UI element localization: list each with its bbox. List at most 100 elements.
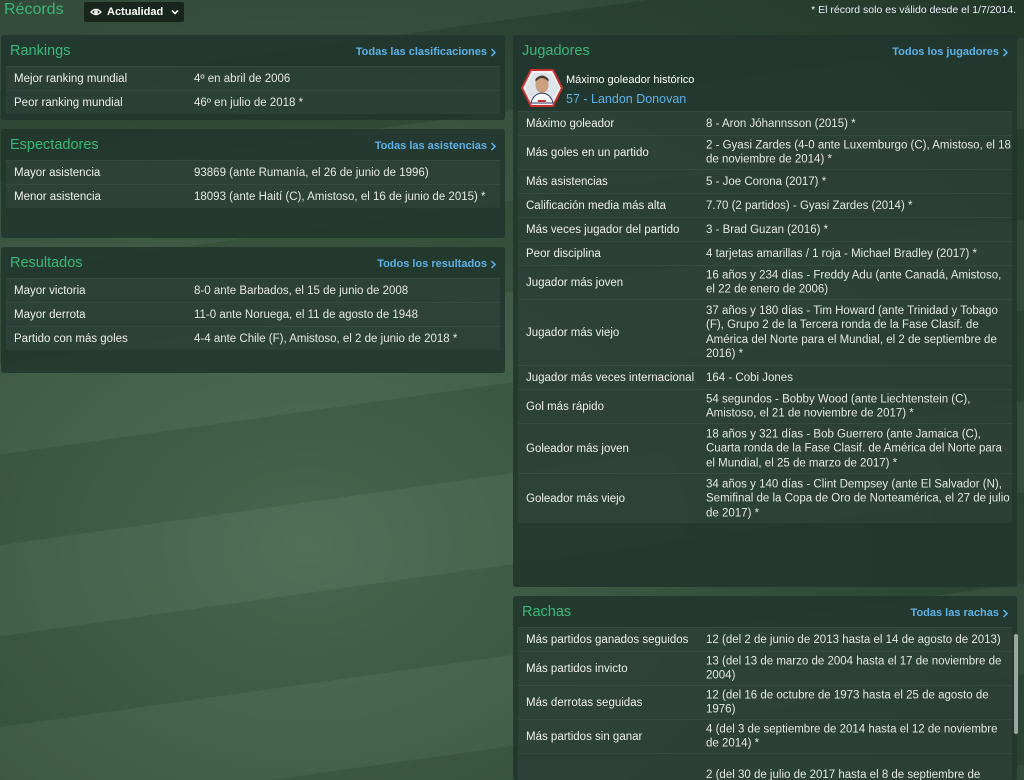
player-avatar[interactable] [521,69,563,107]
all-rankings-link[interactable]: Todas las clasificaciones [356,46,497,58]
player-record-row: Máximo goleador 8 - Aron Jóhannsson (201… [518,111,1012,135]
top-scorer-link[interactable]: 57 - Landon Donovan [566,92,686,106]
result-value: 11-0 ante Noruega, el 11 de agosto de 19… [194,308,418,321]
streak-row: Más partidos ganados seguidos 12 (del 2 … [518,627,1012,651]
player-record-row: Más asistencias 5 - Joe Corona (2017) * [518,169,1012,193]
result-row: Mayor derrota 11-0 ante Noruega, el 11 d… [6,302,500,326]
ranking-label: Mejor ranking mundial [14,72,128,85]
player-record-value[interactable]: 8 - Aron Jóhannsson (2015) * [706,116,1011,131]
player-record-value[interactable]: 18 años y 321 días - Bob Guerrero (ante … [706,427,1011,471]
ranking-row: Peor ranking mundial 46º en julio de 201… [6,90,500,114]
streak-row: 2 (del 30 de julio de 2017 hasta el 8 de… [518,753,1012,780]
streak-row: Más partidos sin ganar 4 (del 3 de septi… [518,719,1012,753]
streak-value: 12 (del 16 de octubre de 1973 hasta el 2… [706,689,989,716]
streak-value: 2 (del 30 de julio de 2017 hasta el 8 de… [706,769,981,780]
player-record-label: Gol más rápido [526,400,604,413]
record-validity-note: * El récord solo es válido desde el 1/7/… [811,4,1016,16]
attendance-label: Mayor asistencia [14,166,101,179]
player-record-value[interactable]: 7.70 (2 partidos) - Gyasi Zardes (2014) … [706,198,1011,213]
attendance-row: Mayor asistencia 93869 (ante Rumanía, el… [6,160,500,184]
attendance-header: Espectadores Todas las asistencias [1,129,505,159]
attendance-panel: Espectadores Todas las asistencias Mayor… [1,129,505,238]
chevron-right-icon [490,141,497,151]
player-record-label: Jugador más joven [526,276,624,289]
player-record-row: Más veces jugador del partido 3 - Brad G… [518,217,1012,241]
player-record-row: Jugador más viejo 37 años y 180 días - T… [518,299,1012,365]
result-value: 4-4 ante Chile (F), Amistoso, el 2 de ju… [194,332,458,345]
player-record-row: Gol más rápido 54 segundos - Bobby Wood … [518,389,1012,423]
view-select-dropdown[interactable]: Actualidad [84,2,184,22]
attendance-row: Menor asistencia 18093 (ante Haití (C), … [6,184,500,208]
all-attendance-link-label: Todas las asistencias [374,140,487,152]
view-select-label: Actualidad [107,6,164,18]
streak-label: Más derrotas seguidas [526,696,643,709]
player-record-row: Peor disciplina 4 tarjetas amarillas / 1… [518,241,1012,265]
result-value: 8-0 ante Barbados, el 15 de junio de 200… [194,284,409,297]
player-record-label: Goleador más joven [526,442,629,455]
all-players-link[interactable]: Todos los jugadores [892,46,1009,58]
result-label: Partido con más goles [14,332,128,345]
player-record-value[interactable]: 2 - Gyasi Zardes (4-0 ante Luxemburgo (C… [706,138,1011,167]
result-label: Mayor victoria [14,284,86,297]
player-record-value[interactable]: 164 - Cobi Jones [706,370,1011,385]
chevron-right-icon [1002,608,1009,618]
all-results-link-label: Todos los resultados [377,258,487,270]
chevron-right-icon [490,259,497,269]
eye-icon [90,8,102,16]
player-record-label: Calificación media más alta [526,199,666,212]
results-panel: Resultados Todos los resultados Mayor vi… [1,247,505,373]
player-record-value[interactable]: 34 años y 140 días - Clint Dempsey (ante… [706,477,1011,521]
player-record-value[interactable]: 5 - Joe Corona (2017) * [706,174,1011,189]
player-record-value[interactable]: 4 tarjetas amarillas / 1 roja - Michael … [706,246,1011,261]
player-record-value[interactable]: 54 segundos - Bobby Wood (ante Liechtens… [706,392,1011,421]
players-panel: Jugadores Todos los jugadores Máximo gol… [513,35,1017,587]
players-header: Jugadores Todos los jugadores [513,35,1017,65]
player-record-label: Jugador más veces internacional [526,371,695,384]
player-record-value[interactable]: 3 - Brad Guzan (2016) * [706,222,1011,237]
streaks-header: Rachas Todas las rachas [513,596,1017,626]
streaks-panel: Rachas Todas las rachas Más partidos gan… [513,596,1017,780]
result-row: Partido con más goles 4-4 ante Chile (F)… [6,326,500,350]
streak-label: Más partidos invicto [526,662,628,675]
attendance-title: Espectadores [10,137,99,153]
player-record-label: Más asistencias [526,175,608,188]
players-title: Jugadores [522,43,590,59]
streak-label: Más partidos ganados seguidos [526,633,689,646]
player-record-row: Goleador más joven 18 años y 321 días - … [518,423,1012,473]
player-record-value[interactable]: 16 años y 234 días - Freddy Adu (ante Ca… [706,268,1011,297]
rankings-header: Rankings Todas las clasificaciones [1,35,505,65]
rankings-title: Rankings [10,43,71,59]
streak-value: 13 (del 13 de marzo de 2004 hasta el 17 … [706,655,1002,682]
top-scorer-label: Máximo goleador histórico [566,74,695,86]
all-attendance-link[interactable]: Todas las asistencias [375,140,497,152]
player-record-value[interactable]: 37 años y 180 días - Tim Howard (ante Tr… [706,304,1011,362]
chevron-right-icon [490,47,497,57]
result-row: Mayor victoria 8-0 ante Barbados, el 15 … [6,278,500,302]
rankings-panel: Rankings Todas las clasificaciones Mejor… [1,35,505,120]
attendance-value: 93869 (ante Rumanía, el 26 de junio de 1… [194,166,429,179]
ranking-value: 4º en abril de 2006 [194,72,291,85]
chevron-right-icon [1002,47,1009,57]
streak-row: Más partidos invicto 13 (del 13 de marzo… [518,651,1012,685]
player-record-label: Jugador más viejo [526,326,620,339]
all-rankings-link-label: Todas las clasificaciones [355,46,487,58]
result-label: Mayor derrota [14,308,86,321]
player-record-label: Más veces jugador del partido [526,223,680,236]
player-record-row: Más goles en un partido 2 - Gyasi Zardes… [518,135,1012,169]
streak-row: Más derrotas seguidas 12 (del 16 de octu… [518,685,1012,719]
all-players-link-label: Todos los jugadores [892,46,999,58]
streak-value: 4 (del 3 de septiembre de 2014 hasta el … [706,723,998,750]
attendance-label: Menor asistencia [14,190,101,203]
top-bar: Récords Actualidad * El récord solo es v… [0,0,1024,24]
player-record-row: Calificación media más alta 7.70 (2 part… [518,193,1012,217]
results-header: Resultados Todos los resultados [1,247,505,277]
player-record-label: Peor disciplina [526,247,601,260]
all-results-link[interactable]: Todos los resultados [377,258,497,270]
all-streaks-link[interactable]: Todas las rachas [911,607,1009,619]
streaks-scrollbar[interactable] [1014,634,1018,734]
attendance-value: 18093 (ante Haití (C), Amistoso, el 16 d… [194,190,486,203]
all-streaks-link-label: Todas las rachas [910,607,999,619]
streaks-title: Rachas [522,604,572,620]
player-record-row: Jugador más veces internacional 164 - Co… [518,365,1012,389]
player-record-label: Más goles en un partido [526,146,649,159]
